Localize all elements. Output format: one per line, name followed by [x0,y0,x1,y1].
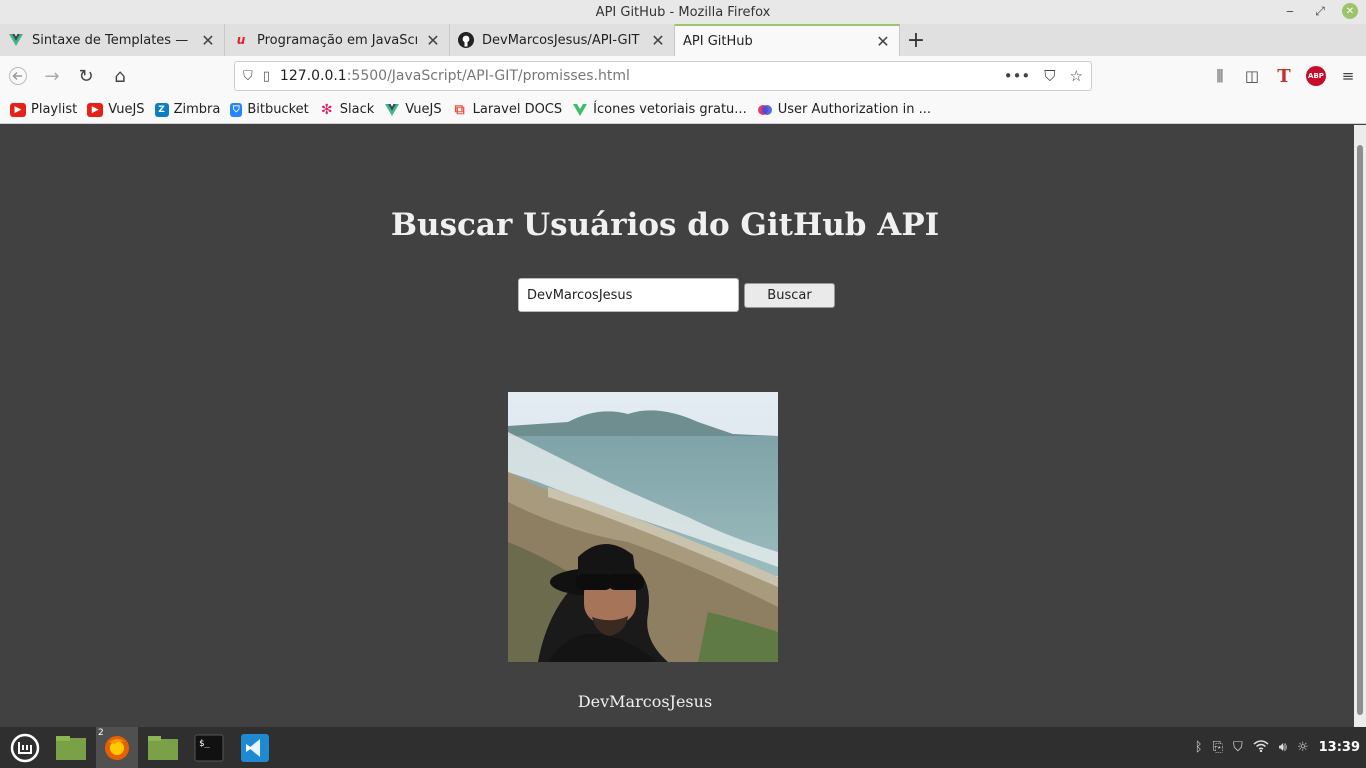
bookmark-label: Laravel DOCS [472,102,563,117]
system-tray: ᛒ ⎘ ⛉ 🔊︎ ☼ 13:39 [1195,727,1360,768]
library-icon[interactable]: ⫼ [1210,66,1230,86]
tab-strip: Sintaxe de Templates — Vue ✕ u Programaç… [0,24,1366,56]
sidebar-icon[interactable]: ◫ [1242,66,1262,86]
volume-icon[interactable]: 🔊︎ [1279,740,1287,755]
laravel-icon: ⧉ [454,101,465,118]
tab-label: Programação em JavaScript [257,32,417,48]
bookmarks-toolbar: ▶ Playlist ▶ VueJS Z Zimbra ⛉ Bitbucket ✻ Sla… [0,96,1366,124]
forward-arrow-icon[interactable]: → [36,60,68,92]
bluetooth-icon[interactable]: ᛒ [1195,740,1203,755]
clock[interactable]: 13:39 [1319,740,1360,755]
url-path: :5500/JavaScript/API-GIT/promisses.html [346,68,630,84]
bookmark-label: VueJS [108,102,145,117]
page-content: Buscar Usuários do GitHub API Buscar [0,125,1354,727]
bookmark-slack[interactable]: ✻ Slack [319,101,375,118]
clipboard-icon[interactable]: ⎘ [1213,740,1223,755]
tab-api-github[interactable]: API GitHub ✕ [675,24,900,56]
brightness-icon[interactable]: ☼ [1297,740,1309,755]
vector-icon [572,103,588,117]
tab-javascript[interactable]: u Programação em JavaScript ✕ [225,24,450,56]
show-desktop-icon[interactable] [50,727,92,768]
window-title: API GitHub - Mozilla Firefox [595,4,771,20]
terminal-icon[interactable]: $_ [188,727,230,768]
tab-close-icon[interactable]: ✕ [650,31,666,50]
back-arrow-icon[interactable] [2,60,34,92]
bookmark-user-authorization[interactable]: User Authorization in ... [757,102,931,117]
youtube-icon: ▶ [87,102,104,117]
vertical-scrollbar[interactable] [1354,125,1366,727]
pocket-icon[interactable]: ⛉ [1044,67,1055,85]
slack-icon: ✻ [320,101,333,118]
files-icon[interactable] [142,727,184,768]
bookmark-label: User Authorization in ... [777,102,932,117]
taskbar: 2 $_ ᛒ ⎘ ⛉ 🔊︎ ☼ 13:39 [0,727,1366,768]
url-text[interactable]: 127.0.0.1:5500/JavaScript/API-GIT/promis… [280,68,1004,84]
close-window-button[interactable]: ✕ [1342,3,1358,19]
home-icon[interactable]: ⌂ [104,60,136,92]
youtube-icon: ▶ [10,102,26,117]
url-bar[interactable]: ⛉ ▯ 127.0.0.1:5500/JavaScript/API-GIT/pr… [234,61,1092,91]
bookmark-label: VueJS [405,102,442,117]
tab-close-icon[interactable]: ✕ [200,31,216,50]
update-shield-icon[interactable]: ⛉ [1233,740,1243,755]
tab-label: DevMarcosJesus/API-GIT [482,32,640,48]
tab-github[interactable]: DevMarcosJesus/API-GIT ✕ [450,24,675,56]
bookmark-vuejs[interactable]: VueJS [384,102,442,117]
bookmark-icones-vetoriais[interactable]: Ícones vetoriais gratu... [572,102,747,117]
scrollbar-thumb[interactable] [1357,145,1363,715]
bitbucket-icon: ⛉ [230,102,243,117]
page-title: Buscar Usuários do GitHub API [390,207,940,243]
search-button[interactable]: Buscar [744,283,835,308]
username-search-input[interactable] [518,278,739,312]
bookmark-laravel-docs[interactable]: ⧉ Laravel DOCS [452,101,563,118]
bookmark-label: Bitbucket [247,102,309,117]
vue-icon [8,32,24,48]
zimbra-icon: Z [154,102,169,117]
linux-mint-menu-icon[interactable] [4,727,46,768]
bookmark-label: Ícones vetoriais gratu... [593,102,747,117]
bookmark-zimbra[interactable]: Z Zimbra [154,102,221,117]
bookmark-vuejs-youtube[interactable]: ▶ VueJS [87,102,145,117]
tab-label: Sintaxe de Templates — Vue [32,32,192,48]
wifi-icon[interactable] [1253,739,1269,756]
adblock-plus-icon[interactable]: ABP [1306,66,1326,86]
vue-icon [384,103,400,117]
tab-close-icon[interactable]: ✕ [875,32,891,51]
app-icon [757,103,773,117]
window-titlebar: API GitHub - Mozilla Firefox ‒ ⤢ ✕ [0,0,1366,24]
tab-label: API GitHub [683,33,753,49]
page-actions-icon[interactable]: ••• [1004,67,1031,85]
bookmark-playlist[interactable]: ▶ Playlist [10,102,77,117]
vscode-icon[interactable] [234,727,276,768]
firefox-taskbar-icon[interactable]: 2 [96,727,138,768]
minimize-button[interactable]: ‒ [1282,3,1298,19]
udemy-icon: u [236,33,246,47]
maximize-button[interactable]: ⤢ [1312,3,1328,19]
github-icon [458,32,474,48]
tab-vue-templates[interactable]: Sintaxe de Templates — Vue ✕ [0,24,225,56]
bookmark-star-icon[interactable]: ☆ [1070,67,1083,85]
url-host: 127.0.0.1 [279,68,347,84]
user-avatar [508,392,778,662]
svg-text:$_: $_ [199,739,210,749]
translate-extension-icon[interactable]: T [1274,66,1294,87]
bookmark-label: Playlist [31,102,78,117]
reload-icon[interactable]: ↻ [70,60,102,92]
window-count-badge: 2 [98,728,104,738]
bookmark-label: Slack [339,102,375,117]
bookmark-label: Zimbra [173,102,221,117]
navigation-toolbar: → ↻ ⌂ ⛉ ▯ 127.0.0.1:5500/JavaScript/API-… [0,56,1366,96]
hamburger-menu-icon[interactable]: ≡ [1338,66,1358,86]
tab-close-icon[interactable]: ✕ [425,31,441,50]
shield-icon[interactable]: ⛉ [243,69,253,84]
bookmark-bitbucket[interactable]: ⛉ Bitbucket [230,102,309,117]
new-tab-button[interactable]: + [900,24,932,56]
page-info-icon[interactable]: ▯ [263,69,270,84]
github-username: DevMarcosJesus [577,692,713,711]
